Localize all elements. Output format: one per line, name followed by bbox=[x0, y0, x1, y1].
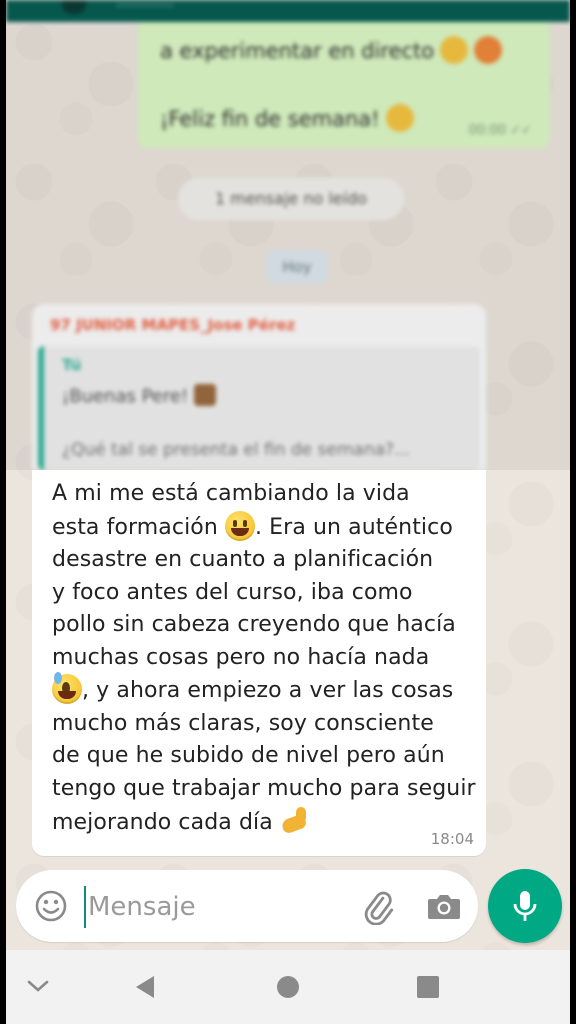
recents-square-icon[interactable] bbox=[416, 975, 440, 999]
sent-line-2-text: ¡Feliz fin de semana! bbox=[160, 107, 380, 131]
received-message-header[interactable]: 97 JUNIOR MAPES_Jose Pérez Tú ¡Buenas Pe… bbox=[32, 304, 486, 470]
quoted-message[interactable]: Tú ¡Buenas Pere! ¿Qué tal se presenta el… bbox=[38, 346, 480, 470]
message-line-text: , y ahora empiezo a ver las cosas bbox=[82, 678, 454, 703]
message-line-text: pollo sin cabeza creyendo que hacía bbox=[52, 612, 456, 637]
message-line: pollo sin cabeza creyendo que hacía bbox=[52, 609, 472, 642]
sent-message-time: 00:00 ✓✓ bbox=[468, 123, 532, 138]
paperclip-icon[interactable] bbox=[358, 887, 396, 925]
back-triangle-icon[interactable] bbox=[132, 974, 158, 1000]
message-line-text: A mi me está cambiando la vida bbox=[52, 481, 410, 506]
message-line-text: de que he subido de nivel pero aún bbox=[52, 743, 445, 768]
sent-line-1: a experimentar en directo bbox=[160, 36, 503, 64]
sweat-smile-icon bbox=[52, 672, 82, 704]
message-line-text: desastre en cuanto a planificación bbox=[52, 547, 434, 572]
unread-messages-pill: 1 mensaje no leído bbox=[178, 178, 404, 220]
message-line-text: tengo que trabajar mucho para seguir bbox=[52, 775, 476, 801]
fire-icon bbox=[474, 36, 503, 64]
system-navigation-bar bbox=[6, 950, 570, 1024]
smiling-face-icon bbox=[385, 104, 414, 132]
message-line: y foco antes del curso, iba como bbox=[52, 577, 472, 610]
sent-line-1-text: a experimentar en directo bbox=[160, 39, 435, 63]
message-line-text: y foco antes del curso, iba como bbox=[52, 579, 413, 605]
message-line: desastre en cuanto a planificación bbox=[52, 544, 472, 577]
blurred-history: ·············· a experimentar en directo… bbox=[6, 0, 570, 470]
message-line: muchas cosas pero no hacía nada bbox=[52, 642, 472, 675]
received-message-bubble[interactable]: A mi me está cambiando la vida esta forma… bbox=[32, 470, 486, 856]
microphone-button[interactable] bbox=[488, 869, 562, 943]
chat-title: ·············· bbox=[116, 0, 174, 14]
message-line: mejorando cada día bbox=[52, 805, 472, 840]
grinning-face-icon bbox=[440, 36, 469, 64]
quote-line-2: ¿Qué tal se presenta el fin de semana?..… bbox=[62, 440, 411, 460]
flexed-biceps-icon bbox=[280, 805, 310, 835]
message-time: 18:04 bbox=[430, 830, 474, 848]
message-line: mucho más claras, soy consciente bbox=[52, 708, 472, 741]
grinning-face-icon bbox=[224, 510, 255, 541]
message-input[interactable] bbox=[84, 886, 350, 928]
sent-message-bubble[interactable]: a experimentar en directo ¡Feliz fin de … bbox=[138, 22, 550, 148]
app-bar[interactable]: ·············· bbox=[6, 0, 570, 22]
message-line: esta formación . Era un auténtico bbox=[52, 510, 472, 545]
camera-icon[interactable] bbox=[426, 889, 462, 923]
smiley-icon[interactable] bbox=[34, 889, 68, 923]
message-composer[interactable] bbox=[16, 870, 478, 942]
message-line-text: mejorando cada día bbox=[52, 810, 280, 835]
message-line-text: . Era un auténtico bbox=[254, 514, 453, 540]
day-separator: Hoy bbox=[266, 250, 328, 284]
bear-face-icon bbox=[194, 384, 217, 406]
message-line-text: esta formación bbox=[52, 514, 225, 540]
message-line-text: muchas cosas pero no hacía nada bbox=[52, 644, 430, 670]
message-line: , y ahora empiezo a ver las cosas bbox=[52, 672, 472, 708]
message-text: A mi me está cambiando la vida esta forma… bbox=[52, 478, 476, 840]
chevron-down-icon[interactable] bbox=[26, 978, 50, 994]
message-line: de que he subido de nivel pero aún bbox=[52, 740, 472, 773]
chat-screen: ·············· a experimentar en directo… bbox=[6, 0, 570, 1024]
quote-line-1-text: ¡Buenas Pere! bbox=[62, 386, 189, 407]
home-circle-icon[interactable] bbox=[276, 975, 300, 999]
message-line: tengo que trabajar mucho para seguir bbox=[52, 773, 476, 806]
message-line-text: mucho más claras, soy consciente bbox=[52, 710, 434, 736]
message-line: A mi me está cambiando la vida bbox=[52, 478, 472, 511]
sent-line-2: ¡Feliz fin de semana! bbox=[160, 104, 414, 132]
avatar[interactable] bbox=[62, 0, 86, 14]
quote-author: Tú bbox=[62, 356, 82, 374]
microphone-icon bbox=[513, 891, 537, 921]
sender-name[interactable]: 97 JUNIOR MAPES_Jose Pérez bbox=[50, 316, 295, 334]
quote-line-1: ¡Buenas Pere! bbox=[62, 384, 217, 407]
quote-accent-bar bbox=[38, 346, 44, 470]
